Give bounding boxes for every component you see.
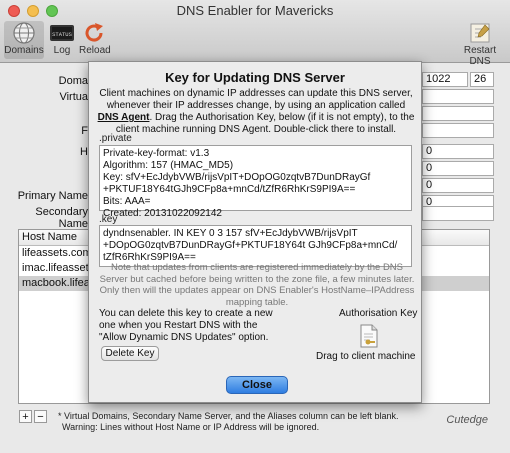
private-key-textbox[interactable]: Private-key-format: v1.3 Algorithm: 157 … bbox=[99, 145, 412, 219]
restart-dns-icon bbox=[467, 21, 493, 45]
footnote-line-2: Warning: Lines without Host Name or IP A… bbox=[62, 422, 320, 432]
toolbar-domains[interactable]: Domains bbox=[4, 21, 44, 59]
private-label: .private bbox=[99, 133, 132, 144]
intro-text-2: . Drag the Authorisation Key, below (if … bbox=[115, 112, 415, 135]
intro-text-1: Client machines on dynamic IP addresses … bbox=[99, 88, 413, 111]
virtual-field[interactable] bbox=[422, 89, 494, 104]
authorisation-key-label: Authorisation Key bbox=[339, 308, 418, 319]
toolbar-reload[interactable]: Reload bbox=[79, 21, 111, 56]
field-row-7[interactable]: 0 bbox=[422, 178, 494, 193]
key-sheet-dialog: Key for Updating DNS Server Client machi… bbox=[88, 61, 422, 403]
secondary-name-label: Secondary Name bbox=[35, 206, 88, 230]
title-bar: DNS Enabler for Mavericks Domains STATUS… bbox=[0, 0, 510, 67]
secondary-name-field[interactable] bbox=[422, 206, 494, 221]
delete-key-button[interactable]: Delete Key bbox=[101, 346, 159, 361]
key-file-icon[interactable] bbox=[360, 324, 378, 348]
log-icon: STATUS bbox=[49, 21, 75, 45]
toolbar-log[interactable]: STATUS Log bbox=[48, 21, 76, 56]
toolbar-log-label: Log bbox=[53, 45, 71, 56]
virtual-label: Virtua bbox=[59, 91, 88, 103]
delete-key-text: You can delete this key to create a new … bbox=[99, 308, 273, 343]
drag-to-client-label: Drag to client machine bbox=[316, 351, 416, 362]
footnote-line-1: * Virtual Domains, Secondary Name Server… bbox=[58, 411, 399, 421]
toolbar-restart-label: Restart DNS bbox=[463, 45, 497, 67]
field-row-5[interactable]: 0 bbox=[422, 144, 494, 159]
dns-agent-link[interactable]: DNS Agent bbox=[98, 112, 150, 123]
add-row-button[interactable]: + bbox=[19, 410, 32, 423]
update-note: Note that updates from clients are regis… bbox=[99, 262, 415, 308]
field-row-6[interactable]: 0 bbox=[422, 161, 494, 176]
close-button[interactable]: Close bbox=[226, 376, 288, 394]
app-window: DNS Enabler for Mavericks Domains STATUS… bbox=[0, 0, 510, 453]
public-key-textbox[interactable]: dyndnsenabler. IN KEY 0 3 157 sfV+EcJdyb… bbox=[99, 225, 412, 267]
field-row-3[interactable] bbox=[422, 106, 494, 121]
remove-row-button[interactable]: − bbox=[34, 410, 47, 423]
globe-icon bbox=[11, 21, 37, 45]
toolbar-restart-dns[interactable]: Restart DNS bbox=[454, 21, 506, 67]
sheet-title: Key for Updating DNS Server bbox=[165, 70, 345, 85]
field-row-4[interactable] bbox=[422, 123, 494, 138]
log-icon-text: STATUS bbox=[52, 31, 73, 38]
domain-label: Doma bbox=[58, 75, 88, 87]
brand-logo: Cutedge bbox=[446, 414, 488, 426]
serial-field-2[interactable]: 26 bbox=[470, 72, 494, 87]
footnote: * Virtual Domains, Secondary Name Server… bbox=[58, 411, 399, 433]
primary-name-label: Primary Name bbox=[17, 190, 88, 202]
sheet-intro: Client machines on dynamic IP addresses … bbox=[97, 88, 415, 136]
f-label: F bbox=[81, 125, 88, 137]
window-title: DNS Enabler for Mavericks bbox=[176, 3, 334, 18]
toolbar-domains-label: Domains bbox=[4, 45, 44, 56]
key-label: .key bbox=[99, 214, 118, 225]
toolbar-reload-label: Reload bbox=[79, 45, 111, 56]
reload-icon bbox=[81, 21, 107, 45]
serial-field[interactable]: 1022 bbox=[422, 72, 468, 87]
h-label: H bbox=[80, 146, 88, 158]
